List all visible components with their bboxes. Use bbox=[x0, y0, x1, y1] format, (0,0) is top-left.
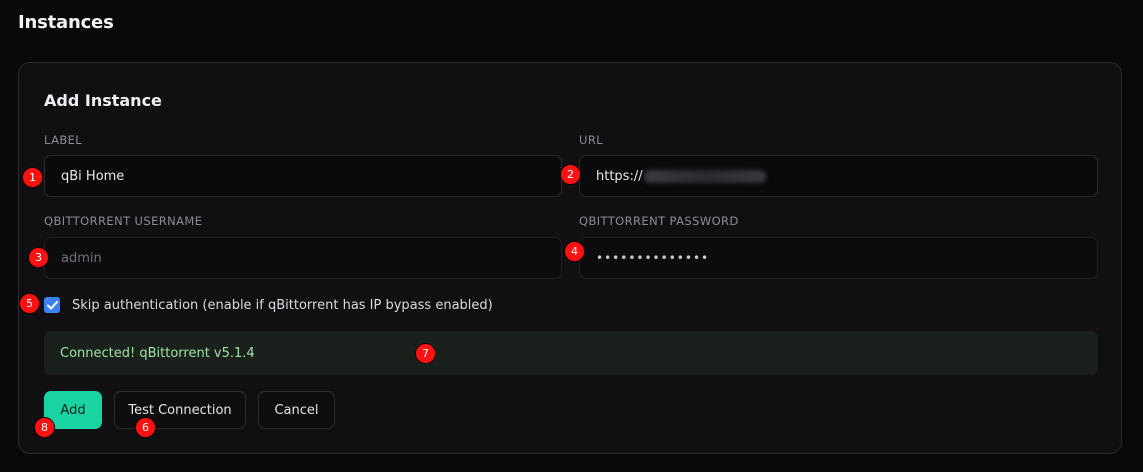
label-field-label: LABEL bbox=[44, 133, 83, 147]
connection-status-alert: Connected! qBittorrent v5.1.4 bbox=[44, 331, 1098, 375]
password-input[interactable]: •••••••••••••• bbox=[579, 237, 1098, 279]
marker-7: 7 bbox=[415, 343, 436, 364]
page-title: Instances bbox=[18, 12, 114, 33]
marker-2: 2 bbox=[560, 164, 581, 185]
username-field-label: QBITTORRENT USERNAME bbox=[44, 214, 203, 228]
skip-auth-label[interactable]: Skip authentication (enable if qBittorre… bbox=[72, 298, 493, 313]
label-input[interactable]: qBi Home bbox=[44, 155, 562, 197]
password-field-label: QBITTORRENT PASSWORD bbox=[579, 214, 739, 228]
test-connection-button[interactable]: Test Connection bbox=[114, 391, 246, 429]
card-title: Add Instance bbox=[44, 91, 162, 110]
label-input-value: qBi Home bbox=[61, 168, 125, 184]
url-input[interactable]: https:// bbox=[579, 155, 1098, 197]
username-input[interactable]: admin bbox=[44, 237, 562, 279]
skip-auth-row[interactable]: Skip authentication (enable if qBittorre… bbox=[44, 297, 493, 313]
marker-4: 4 bbox=[564, 241, 585, 262]
marker-5: 5 bbox=[19, 293, 40, 314]
marker-8: 8 bbox=[34, 417, 55, 438]
cancel-button[interactable]: Cancel bbox=[258, 391, 335, 429]
skip-auth-checkbox[interactable] bbox=[44, 297, 60, 313]
marker-6: 6 bbox=[135, 417, 156, 438]
url-input-value: https:// bbox=[596, 168, 643, 184]
marker-1: 1 bbox=[22, 167, 43, 188]
password-input-value: •••••••••••••• bbox=[596, 251, 710, 265]
checkmark-icon bbox=[46, 300, 58, 309]
redacted-url-blur bbox=[643, 169, 766, 183]
username-placeholder: admin bbox=[61, 250, 102, 266]
connection-status-text: Connected! qBittorrent v5.1.4 bbox=[60, 345, 255, 361]
marker-3: 3 bbox=[28, 247, 49, 268]
url-field-label: URL bbox=[579, 133, 604, 147]
